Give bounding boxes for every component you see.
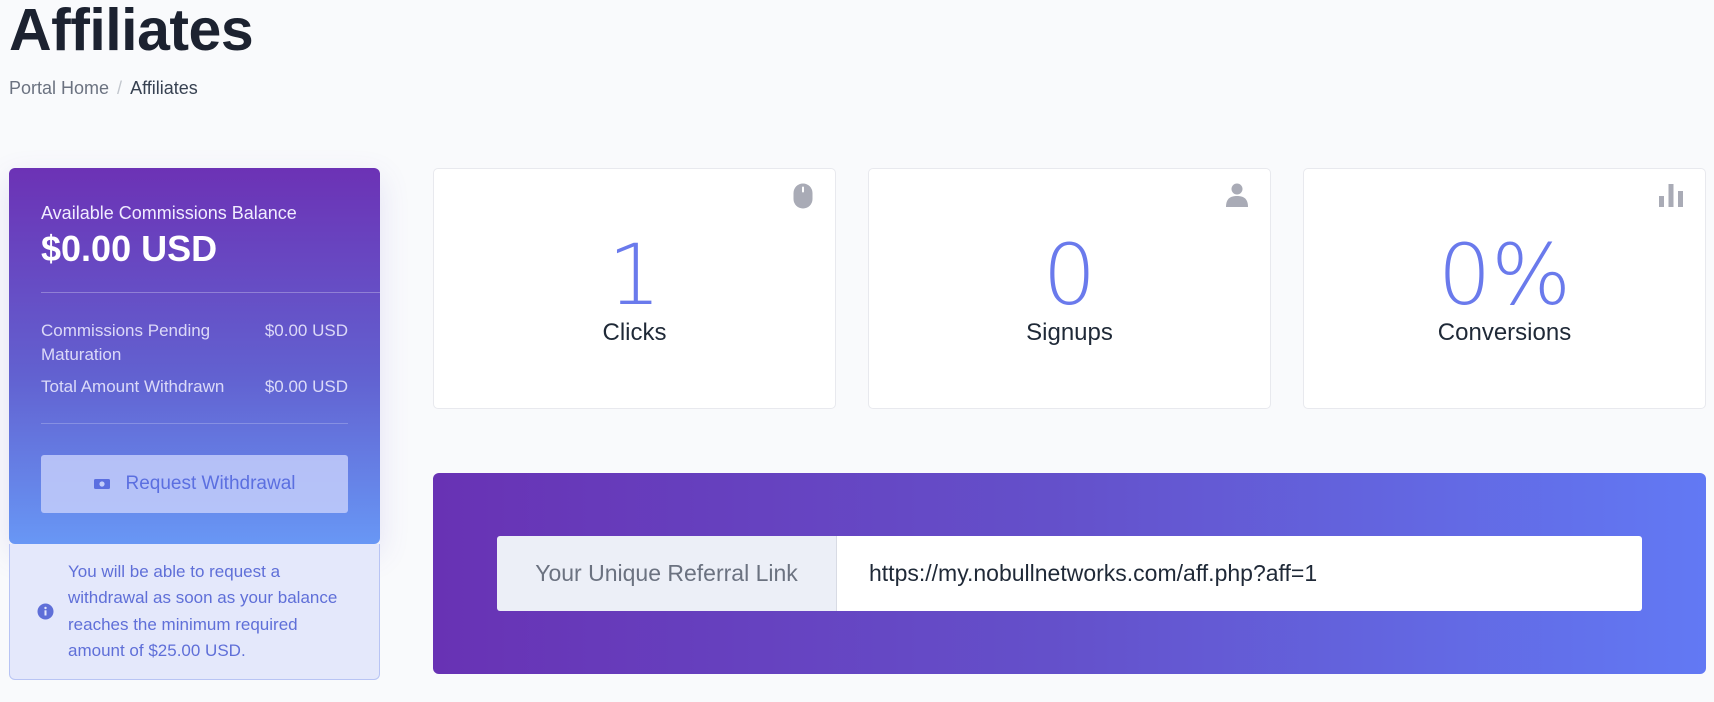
conversions-value: 0% — [1437, 226, 1572, 324]
referral-link-field[interactable] — [837, 536, 1642, 611]
page-title: Affiliates — [9, 0, 254, 63]
pending-commissions-value: $0.00 USD — [264, 321, 348, 340]
signups-value: 0 — [1042, 226, 1097, 324]
clicks-value: 1 — [607, 226, 662, 324]
referral-link-label: Your Unique Referral Link — [497, 536, 837, 611]
total-withdrawn-value: $0.00 USD — [264, 377, 348, 396]
clicks-label: Clicks — [602, 319, 667, 346]
breadcrumb-current: Affiliates — [130, 78, 198, 98]
clicks-stat-card: 1 Clicks — [433, 168, 836, 409]
available-balance-value: $0.00 USD — [41, 228, 218, 269]
conversions-stat-card: 0% Conversions — [1303, 168, 1706, 409]
divider — [41, 423, 348, 424]
signups-stat-card: 0 Signups — [868, 168, 1271, 409]
info-circle-icon — [37, 603, 54, 620]
withdrawal-info-alert: You will be able to request a withdrawal… — [9, 544, 380, 680]
available-balance-label: Available Commissions Balance — [41, 203, 297, 223]
request-withdrawal-button[interactable]: Request Withdrawal — [41, 455, 348, 513]
referral-link-input-group: Your Unique Referral Link — [497, 536, 1642, 611]
pending-commissions-label: Commissions Pending Maturation — [41, 321, 211, 364]
referral-link-panel: Your Unique Referral Link — [433, 473, 1706, 674]
total-withdrawn-row: Total Amount Withdrawn $0.00 USD — [41, 375, 348, 399]
divider — [41, 292, 380, 293]
breadcrumb-portal-home[interactable]: Portal Home — [9, 78, 109, 99]
conversions-label: Conversions — [1437, 319, 1572, 346]
bar-chart-icon — [1659, 183, 1683, 207]
signups-label: Signups — [1026, 319, 1113, 346]
request-withdrawal-label: Request Withdrawal — [125, 473, 296, 494]
mouse-icon — [793, 183, 813, 209]
withdrawal-info-text: You will be able to request a withdrawal… — [68, 561, 338, 661]
pending-commissions-row: Commissions Pending Maturation $0.00 USD — [41, 319, 348, 367]
breadcrumb: Portal Home / Affiliates — [9, 78, 198, 99]
commissions-balance-card: Available Commissions Balance $0.00 USD … — [9, 168, 380, 544]
total-withdrawn-label: Total Amount Withdrawn — [41, 377, 225, 396]
breadcrumb-separator: / — [117, 78, 123, 98]
money-bill-icon — [93, 477, 111, 491]
user-icon — [1226, 183, 1248, 207]
